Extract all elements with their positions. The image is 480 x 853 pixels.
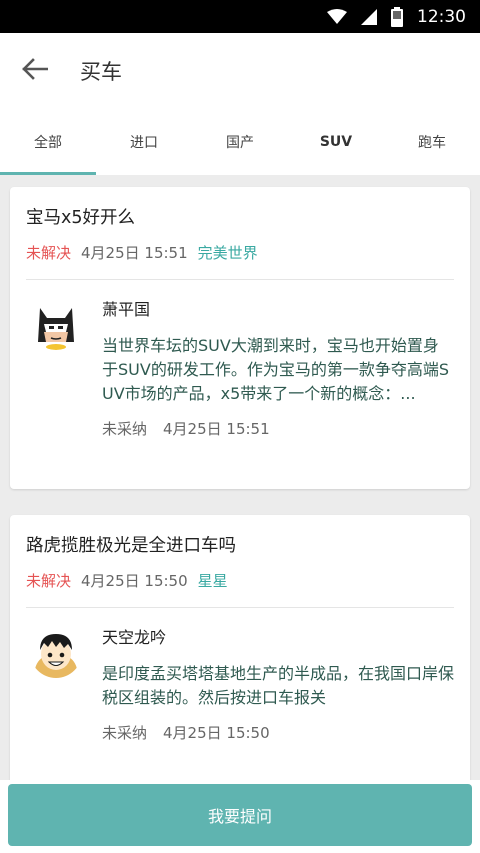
answer-meta: 未采纳 4月25日 15:51 [102,418,454,440]
answer-time: 4月25日 15:50 [163,724,270,742]
question-title: 路虎揽胜极光是全进口车吗 [26,536,236,556]
question-time: 4月25日 15:50 [81,571,188,590]
question-list: 宝马x5好开么 未解决 4月25日 15:51 完美世界 萧平国 当世界车坛的S… [0,175,480,780]
luffy-avatar[interactable] [30,626,82,678]
question-title: 宝马x5好开么 [26,208,135,228]
answerer-name: 萧平国 [102,300,151,319]
question-card[interactable]: 路虎揽胜极光是全进口车吗 未解决 4月25日 15:50 星星 天空龙吟 是印度… [10,515,470,780]
answer-status: 未采纳 [102,420,148,438]
question-time: 4月25日 15:51 [81,243,188,262]
question-meta: 未解决 4月25日 15:51 完美世界 [26,241,454,263]
answer-preview: 天空龙吟 是印度孟买塔塔基地生产的半成品，在我国口岸保税区组装的。然后按进口车报… [10,608,470,760]
answer-text: 当世界车坛的SUV大潮到来时，宝马也开始置身于SUV的研发工作。作为宝马的第一款… [102,336,449,403]
clock: 12:30 [417,6,466,27]
bottom-bar: 我要提问 [0,780,480,853]
answer-preview: 萧平国 当世界车坛的SUV大潮到来时，宝马也开始置身于SUV的研发工作。作为宝马… [10,280,470,456]
toolbar: 买车 [0,33,480,109]
arrow-left-icon [22,58,49,84]
question-meta: 未解决 4月25日 15:50 星星 [26,569,454,591]
tab-sports-car[interactable]: 跑车 [384,109,480,175]
status-badge: 未解决 [26,571,72,590]
category-tabs: 全部 进口 国产 SUV 跑车 [0,109,480,175]
status-bar: 12:30 [0,0,480,33]
wifi-icon [327,8,347,25]
tab-suv[interactable]: SUV [288,109,384,175]
asker-name[interactable]: 完美世界 [198,242,258,263]
asker-name[interactable]: 星星 [198,570,228,591]
answer-text: 是印度孟买塔塔基地生产的半成品，在我国口岸保税区组装的。然后按进口车报关 [102,664,455,707]
answer-time: 4月25日 15:51 [163,420,270,438]
ask-question-button[interactable]: 我要提问 [8,784,472,846]
answer-meta: 未采纳 4月25日 15:50 [102,722,454,744]
back-button[interactable] [0,33,80,109]
signal-icon [361,8,377,25]
tab-all[interactable]: 全部 [0,109,96,175]
question-card[interactable]: 宝马x5好开么 未解决 4月25日 15:51 完美世界 萧平国 当世界车坛的S… [10,187,470,489]
batman-avatar[interactable] [30,298,82,350]
page-title: 买车 [80,60,122,84]
status-badge: 未解决 [26,243,72,262]
answerer-name: 天空龙吟 [102,628,167,647]
tab-imported[interactable]: 进口 [96,109,192,175]
battery-icon [391,6,403,27]
tab-domestic[interactable]: 国产 [192,109,288,175]
answer-status: 未采纳 [102,724,148,742]
